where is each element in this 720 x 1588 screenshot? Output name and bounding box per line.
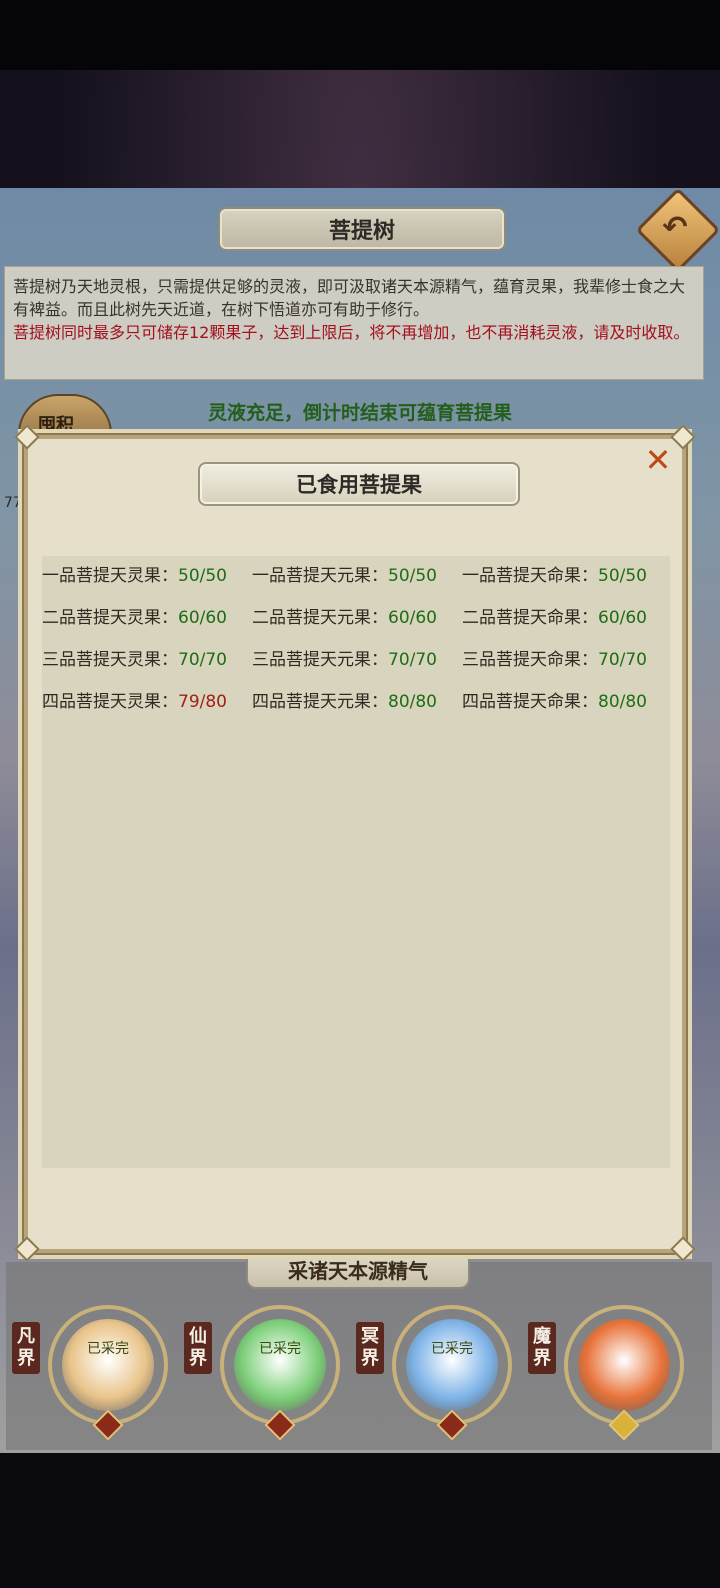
fruit-count: 80/80 (388, 692, 437, 712)
realm-name-label: 凡界 (12, 1322, 40, 1374)
fruit-count: 60/60 (388, 608, 437, 628)
fruit-row: 一品菩提天灵果：50/50 一品菩提天元果：50/50 一品菩提天命果：50/50 (42, 561, 670, 591)
fruit-cell: 四品菩提天元果：80/80 (252, 687, 437, 712)
fruit-count: 79/80 (178, 692, 227, 712)
fruit-name: 一品菩提天命果： (462, 566, 598, 586)
fruit-cell: 二品菩提天灵果：60/60 (42, 603, 227, 628)
realm-orb-core (578, 1319, 670, 1411)
modal-title-plaque: 已食用菩提果 (198, 462, 520, 506)
fruit-row: 二品菩提天灵果：60/60 二品菩提天元果：60/60 二品菩提天命果：60/60 (42, 603, 670, 633)
realm-name-label: 冥界 (356, 1322, 384, 1374)
fruit-count: 50/50 (598, 566, 647, 586)
fruit-name: 四品菩提天灵果： (42, 692, 178, 712)
fruit-name: 二品菩提天元果： (252, 608, 388, 628)
fruit-name: 二品菩提天命果： (462, 608, 598, 628)
liquid-status-text: 灵液充足，倒计时结束可蕴育菩提果 (207, 402, 512, 424)
fruit-cell: 一品菩提天灵果：50/50 (42, 561, 227, 586)
realm-name-label: 仙界 (184, 1322, 212, 1374)
side-value: 77 (4, 495, 22, 511)
fruit-cell: 三品菩提天灵果：70/70 (42, 645, 227, 670)
realm-orb-core (234, 1319, 326, 1411)
fruit-name: 一品菩提天元果： (252, 566, 388, 586)
fruit-name: 四品菩提天命果： (462, 692, 598, 712)
fruit-name: 三品菩提天元果： (252, 650, 388, 670)
fruit-count: 70/70 (178, 650, 227, 670)
fruit-name: 二品菩提天灵果： (42, 608, 178, 628)
description-text: 菩提树乃天地灵根，只需提供足够的灵液，即可汲取诸天本源精气，蕴育灵果，我辈修士食… (13, 277, 686, 319)
realm-status-text: 已采完 (431, 1341, 473, 1357)
fruit-cell: 一品菩提天命果：50/50 (462, 561, 647, 586)
fruit-row: 四品菩提天灵果：79/80 四品菩提天元果：80/80 四品菩提天命果：80/80 (42, 687, 670, 717)
fruit-count: 70/70 (598, 650, 647, 670)
fruit-cell: 二品菩提天元果：60/60 (252, 603, 437, 628)
fruit-cell: 二品菩提天命果：60/60 (462, 603, 647, 628)
description-box: 菩提树乃天地灵根，只需提供足够的灵液，即可汲取诸天本源精气，蕴育灵果，我辈修士食… (4, 266, 704, 380)
modal-title: 已食用菩提果 (296, 473, 422, 497)
page-title-plaque: 菩提树 (218, 207, 506, 251)
fruit-name: 三品菩提天灵果： (42, 650, 178, 670)
fruit-count: 80/80 (598, 692, 647, 712)
fruit-count: 60/60 (598, 608, 647, 628)
fruit-row: 三品菩提天灵果：70/70 三品菩提天元果：70/70 三品菩提天命果：70/70 (42, 645, 670, 675)
fruit-name: 一品菩提天灵果： (42, 566, 178, 586)
realm-orb-button[interactable] (564, 1305, 684, 1425)
back-arrow-icon[interactable]: ↶ (648, 200, 702, 254)
fruit-count: 50/50 (178, 566, 227, 586)
close-icon[interactable]: ✕ (642, 444, 674, 476)
realm-orb-core (62, 1319, 154, 1411)
harvest-tab[interactable]: 采诸天本源精气 (246, 1249, 470, 1289)
fruit-name: 四品菩提天元果： (252, 692, 388, 712)
realm-orb-button[interactable] (220, 1305, 340, 1425)
top-bar (0, 0, 720, 70)
realm-orb-button[interactable] (48, 1305, 168, 1425)
fruit-count: 60/60 (178, 608, 227, 628)
realm-status-text: 已采完 (259, 1341, 301, 1357)
fruit-name: 三品菩提天命果： (462, 650, 598, 670)
fruit-cell: 一品菩提天元果：50/50 (252, 561, 437, 586)
fruit-count: 70/70 (388, 650, 437, 670)
realm-status-text: 已采完 (87, 1341, 129, 1357)
realm-orb-button[interactable] (392, 1305, 512, 1425)
fruit-cell: 三品菩提天命果：70/70 (462, 645, 647, 670)
page-title: 菩提树 (328, 219, 395, 244)
fruit-cell: 四品菩提天灵果：79/80 (42, 687, 227, 712)
fruit-cell: 三品菩提天元果：70/70 (252, 645, 437, 670)
fruit-cell: 四品菩提天命果：80/80 (462, 687, 647, 712)
realm-name-label: 魔界 (528, 1322, 556, 1374)
warning-text: 菩提树同时最多只可储存12颗果子，达到上限后，将不再增加，也不再消耗灵液，请及时… (13, 323, 690, 342)
bottom-bar (0, 1453, 720, 1588)
fruit-count: 50/50 (388, 566, 437, 586)
realm-orb-core (406, 1319, 498, 1411)
